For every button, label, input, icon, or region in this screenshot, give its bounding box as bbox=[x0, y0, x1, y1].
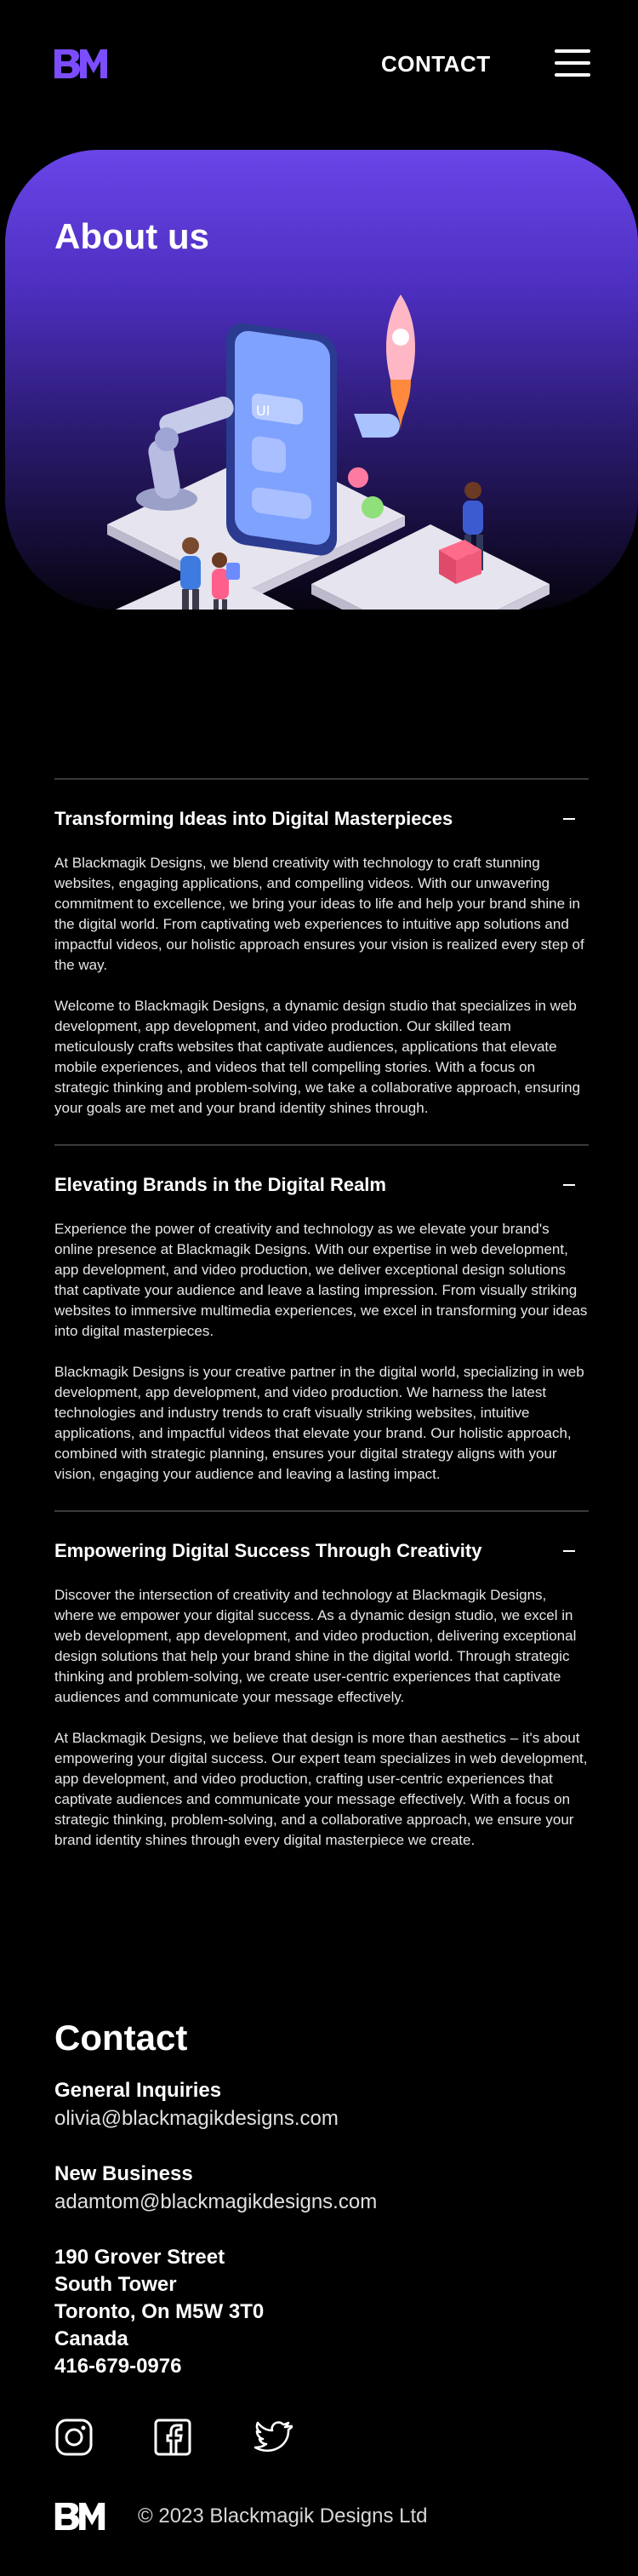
new-business-label: New Business bbox=[54, 2162, 193, 2185]
general-inquiries-label: General Inquiries bbox=[54, 2079, 222, 2102]
collapse-minus-icon[interactable] bbox=[563, 1184, 575, 1186]
facebook-icon[interactable] bbox=[153, 2418, 192, 2457]
phone-number[interactable]: 416-679-0976 bbox=[54, 2353, 599, 2380]
accordion-paragraph: Experience the power of creativity and t… bbox=[54, 1221, 588, 1339]
new-business: New Business adamtom@blackmagikdesigns.c… bbox=[54, 2161, 599, 2217]
accordion-paragraph: At Blackmagik Designs, we blend creativi… bbox=[54, 855, 584, 973]
address-line: South Tower bbox=[54, 2273, 177, 2296]
twitter-icon[interactable] bbox=[253, 2418, 294, 2457]
footer-logo[interactable] bbox=[54, 2503, 105, 2530]
site-header: CONTACT bbox=[0, 0, 638, 128]
address-line: 190 Grover Street bbox=[54, 2246, 225, 2269]
accordion-paragraph: Blackmagik Designs is your creative part… bbox=[54, 1364, 584, 1482]
general-email-link[interactable]: olivia@blackmagikdesigns.com bbox=[54, 2104, 599, 2133]
accordion-title: Empowering Digital Success Through Creat… bbox=[54, 1540, 482, 1561]
contact-nav-link[interactable]: CONTACT bbox=[381, 51, 491, 77]
hero-section: About us UI bbox=[5, 150, 638, 610]
accordion-paragraph: Welcome to Blackmagik Designs, a dynamic… bbox=[54, 998, 581, 1116]
copyright-text: © 2023 Blackmagik Designs Ltd bbox=[138, 2504, 428, 2527]
accordion-title: Transforming Ideas into Digital Masterpi… bbox=[54, 808, 453, 829]
about-accordion: Transforming Ideas into Digital Masterpi… bbox=[54, 778, 589, 1876]
accordion-item: Empowering Digital Success Through Creat… bbox=[54, 1510, 589, 1876]
svg-text:UI: UI bbox=[256, 403, 270, 419]
accordion-header[interactable]: Transforming Ideas into Digital Masterpi… bbox=[54, 805, 589, 833]
accordion-title: Elevating Brands in the Digital Realm bbox=[54, 1174, 386, 1195]
accordion-item: Elevating Brands in the Digital Realm Ex… bbox=[54, 1144, 589, 1510]
accordion-header[interactable]: Elevating Brands in the Digital Realm bbox=[54, 1171, 589, 1199]
brand-logo[interactable] bbox=[54, 49, 107, 78]
collapse-minus-icon[interactable] bbox=[563, 1550, 575, 1552]
accordion-paragraph: Discover the intersection of creativity … bbox=[54, 1587, 577, 1705]
address-block: 190 Grover Street South Tower Toronto, O… bbox=[54, 2244, 599, 2380]
accordion-content: Discover the intersection of creativity … bbox=[54, 1565, 589, 1876]
app-development-illustration: UI bbox=[107, 295, 550, 610]
collapse-minus-icon[interactable] bbox=[563, 818, 575, 820]
address-line: Toronto, On M5W 3T0 bbox=[54, 2300, 265, 2323]
general-inquiries: General Inquiries olivia@blackmagikdesig… bbox=[54, 2077, 599, 2133]
accordion-paragraph: At Blackmagik Designs, we believe that d… bbox=[54, 1730, 588, 1848]
instagram-icon[interactable] bbox=[54, 2418, 94, 2457]
site-footer: © 2023 Blackmagik Designs Ltd bbox=[54, 2501, 599, 2530]
page-title: About us bbox=[54, 216, 209, 256]
accordion-header[interactable]: Empowering Digital Success Through Creat… bbox=[54, 1537, 589, 1565]
business-email-link[interactable]: adamtom@blackmagikdesigns.com bbox=[54, 2188, 599, 2217]
social-links bbox=[54, 2418, 310, 2460]
contact-title: Contact bbox=[54, 2018, 188, 2058]
address-line: Canada bbox=[54, 2327, 128, 2350]
accordion-content: Experience the power of creativity and t… bbox=[54, 1199, 589, 1510]
contact-section: Contact General Inquiries olivia@blackma… bbox=[54, 2018, 599, 2407]
accordion-item: Transforming Ideas into Digital Masterpi… bbox=[54, 778, 589, 1144]
hamburger-menu-icon[interactable] bbox=[555, 49, 590, 77]
accordion-content: At Blackmagik Designs, we blend creativi… bbox=[54, 833, 589, 1144]
